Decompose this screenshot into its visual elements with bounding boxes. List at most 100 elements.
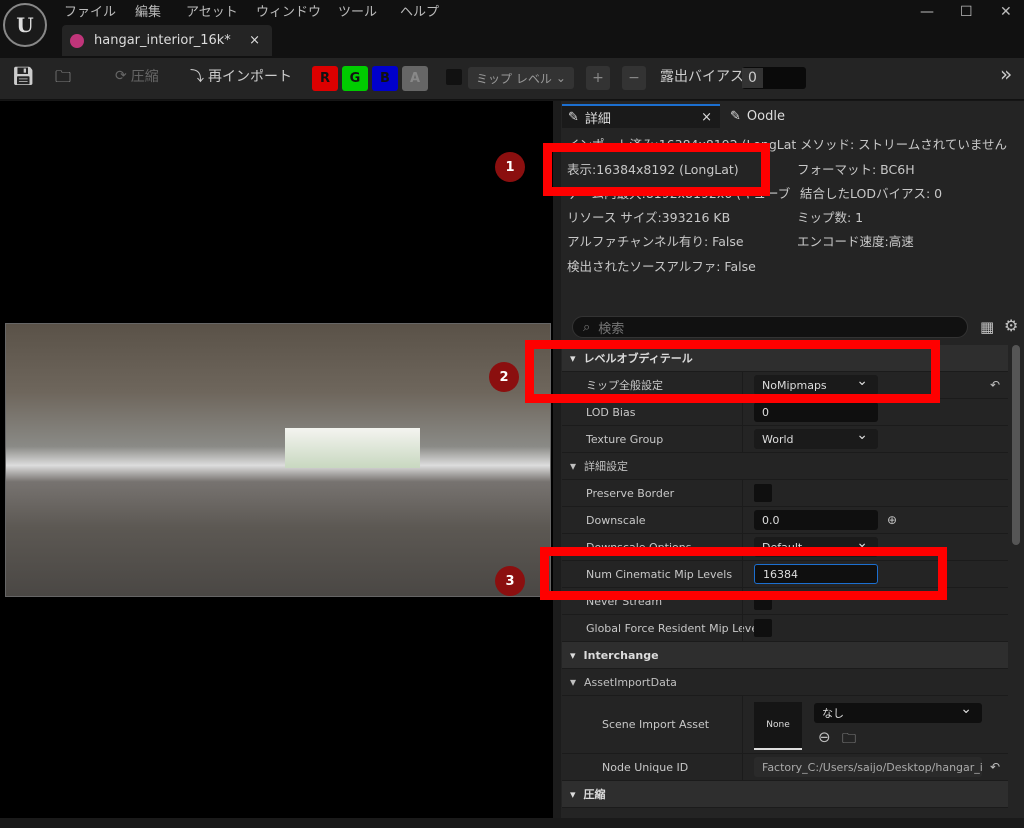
channel-a-toggle[interactable]: A <box>402 66 428 91</box>
info-method: メソッド: ストリームされていません <box>797 134 1007 153</box>
prop-lod-bias: LOD Bias 0 <box>562 399 1008 426</box>
maximize-button[interactable]: ☐ <box>960 4 973 20</box>
tab-close-icon[interactable]: × <box>249 33 260 48</box>
mip-level-label: ミップ レベル <box>476 70 552 87</box>
reimport-button[interactable]: ⤵再インポート <box>190 66 292 86</box>
use-selected-icon[interactable]: ⊖ <box>818 728 831 746</box>
zoom-out-button[interactable]: − <box>622 66 646 90</box>
downscale-input[interactable]: 0.0 <box>754 510 878 530</box>
prop-label: Scene Import Asset <box>602 718 709 731</box>
exposure-input[interactable]: 0 <box>742 67 806 89</box>
search-placeholder: 検索 <box>598 318 624 337</box>
collapse-icon: ▾ <box>570 675 576 689</box>
prop-scene-import: Scene Import Asset None なし ⊖ 🗀 <box>562 696 1008 754</box>
asset-thumbnail[interactable]: None <box>754 702 802 750</box>
collapse-icon: ▾ <box>570 788 576 801</box>
annotation-badge-1: 1 <box>495 152 525 182</box>
info-format: フォーマット: BC6H <box>797 159 915 178</box>
menu-asset[interactable]: アセット <box>186 1 238 20</box>
texture-group-dropdown[interactable]: World <box>754 429 878 449</box>
prop-label: Preserve Border <box>586 487 674 500</box>
prop-label: LOD Bias <box>586 406 635 419</box>
zoom-in-button[interactable]: + <box>586 66 610 90</box>
exposure-label: 露出バイアス <box>660 66 744 86</box>
details-tab-label: 詳細 <box>585 108 611 127</box>
prop-node-id: Node Unique ID Factory_C:/Users/saijo/Des… <box>562 754 1008 781</box>
compress-button[interactable]: ⟳圧縮 <box>115 66 159 86</box>
category-asset-import[interactable]: ▾ AssetImportData <box>562 669 1008 696</box>
category-label: 圧縮 <box>584 786 606 802</box>
channel-g-toggle[interactable]: G <box>342 66 368 91</box>
annotation-box-3 <box>540 547 947 600</box>
asset-tab[interactable]: hangar_interior_16k* × <box>62 25 272 56</box>
annotation-box-2 <box>525 340 940 403</box>
prop-downscale: Downscale 0.0 ⊕ <box>562 507 1008 534</box>
reset-icon[interactable]: ↶ <box>990 378 1000 392</box>
category-compress[interactable]: ▾ 圧縮 <box>562 781 1008 808</box>
more-options-icon[interactable]: » <box>1000 62 1012 86</box>
category-interchange[interactable]: ▾Interchange <box>562 642 1008 669</box>
browse-icon[interactable]: 🗀 <box>842 728 856 752</box>
details-close-icon[interactable]: × <box>701 110 712 125</box>
scene-import-dropdown[interactable]: なし <box>814 703 982 723</box>
mip-checkbox[interactable] <box>446 69 462 85</box>
compress-label: 圧縮 <box>131 66 159 86</box>
oodle-tab-label: Oodle <box>747 109 785 124</box>
menu-file[interactable]: ファイル <box>64 1 116 20</box>
scrollbar[interactable] <box>1012 345 1020 545</box>
info-encode-speed: エンコード速度:高速 <box>797 231 914 250</box>
prop-global-force: Global Force Resident Mip Levels <box>562 615 1008 642</box>
search-input[interactable]: ⌕ 検索 <box>572 316 968 338</box>
category-label: Interchange <box>584 649 659 662</box>
info-lod-bias: 結合したLODバイアス: 0 <box>797 183 942 202</box>
menu-tools[interactable]: ツール <box>338 1 377 20</box>
reimport-label: 再インポート <box>208 66 292 86</box>
close-window-button[interactable]: ✕ <box>1000 4 1012 20</box>
node-id-field[interactable]: Factory_C:/Users/saijo/Desktop/hangar_in… <box>754 757 982 777</box>
global-force-checkbox[interactable] <box>754 619 772 637</box>
category-advanced[interactable]: ▾ 詳細設定 <box>562 453 1008 480</box>
texture-asset-icon <box>70 34 84 48</box>
info-has-alpha: アルファチャンネル有り: False <box>567 231 744 250</box>
table-view-icon[interactable]: ▦ <box>980 318 994 336</box>
annotation-badge-3: 3 <box>495 566 525 596</box>
pencil-icon: ✎ <box>568 110 579 125</box>
reset-icon[interactable]: ↶ <box>990 760 1000 774</box>
chevron-down-icon: ⌄ <box>556 71 566 85</box>
prop-label: Node Unique ID <box>602 761 688 774</box>
minimize-button[interactable]: — <box>920 4 934 20</box>
prop-texture-group: Texture Group World <box>562 426 1008 453</box>
gear-icon[interactable]: ⚙ <box>1004 316 1018 335</box>
exposure-value: 0 <box>742 68 763 88</box>
category-label: AssetImportData <box>584 676 677 689</box>
add-icon[interactable]: ⊕ <box>887 513 897 527</box>
mip-level-dropdown[interactable]: ミップ レベル ⌄ <box>468 67 574 89</box>
panel-splitter[interactable] <box>553 101 561 828</box>
info-source-alpha: 検出されたソースアルファ: False <box>567 256 756 275</box>
tab-details[interactable]: ✎ 詳細 × <box>562 104 720 128</box>
unreal-logo[interactable]: U <box>3 3 47 47</box>
hangar-panorama-image <box>5 323 551 597</box>
tab-title: hangar_interior_16k* <box>94 33 231 48</box>
compress-icon: ⟳ <box>115 68 127 84</box>
menu-window[interactable]: ウィンドウ <box>256 1 321 20</box>
lod-bias-input[interactable]: 0 <box>754 402 878 422</box>
prop-label: Texture Group <box>586 433 663 446</box>
annotation-box-1 <box>543 143 770 196</box>
pencil-icon: ✎ <box>730 109 741 124</box>
collapse-icon: ▾ <box>570 459 576 473</box>
channel-r-toggle[interactable]: R <box>312 66 338 91</box>
preserve-border-checkbox[interactable] <box>754 484 772 502</box>
category-label: 詳細設定 <box>584 458 628 474</box>
browse-icon[interactable]: 🗀 <box>55 66 71 93</box>
annotation-badge-2: 2 <box>489 362 519 392</box>
tab-oodle[interactable]: ✎ Oodle <box>730 104 785 128</box>
menu-help[interactable]: ヘルプ <box>400 1 439 20</box>
menu-edit[interactable]: 編集 <box>135 1 161 20</box>
search-icon: ⌕ <box>583 320 590 335</box>
reimport-icon: ⤵ <box>190 66 204 86</box>
prop-label: Downscale <box>586 514 646 527</box>
save-icon[interactable]: 💾︎ <box>12 66 35 87</box>
channel-b-toggle[interactable]: B <box>372 66 398 91</box>
status-bar <box>0 818 1024 828</box>
